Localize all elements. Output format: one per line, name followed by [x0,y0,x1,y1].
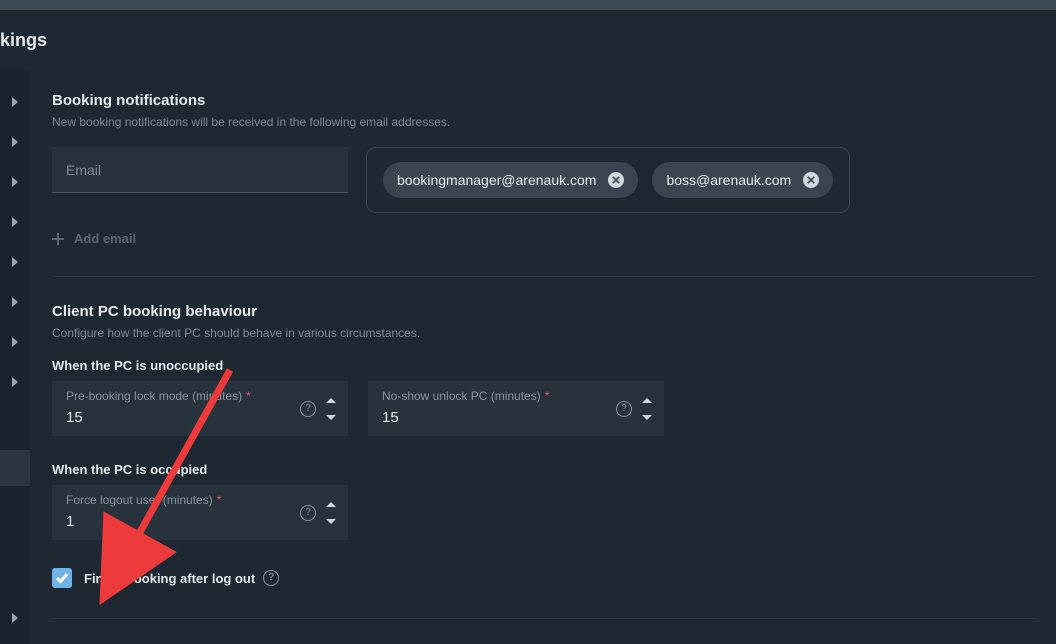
sidebar [0,70,30,644]
step-up-button[interactable] [322,498,340,512]
finish-booking-label: Finish booking after log out [84,571,255,586]
occupied-heading: When the PC is occupied [52,462,1036,477]
behaviour-desc: Configure how the client PC should behav… [52,326,1036,340]
title-bar: kings [0,10,1056,70]
sidebar-item-5[interactable] [0,242,30,282]
email-chip-label: boss@arenauk.com [666,172,791,188]
help-icon[interactable]: ? [263,570,279,586]
required-indicator: * [246,389,251,403]
sidebar-item-4[interactable] [0,202,30,242]
email-chips-container: bookingmanager@arenauk.com boss@arenauk.… [366,147,850,213]
sidebar-item-selected[interactable] [0,448,30,488]
behaviour-title: Client PC booking behaviour [52,303,1036,320]
no-show-stepper [638,394,656,424]
remove-email-icon[interactable] [803,172,819,188]
required-indicator: * [545,389,550,403]
sidebar-item-6[interactable] [0,282,30,322]
help-icon[interactable]: ? [300,505,316,521]
sidebar-item-last[interactable] [0,598,30,638]
email-chip-label: bookingmanager@arenauk.com [397,172,596,188]
pre-booking-lock-stepper [322,394,340,424]
sidebar-item-3[interactable] [0,162,30,202]
step-down-button[interactable] [638,410,656,424]
sidebar-item-2[interactable] [0,122,30,162]
email-input[interactable]: Email [52,147,348,193]
section-divider [52,618,1036,619]
no-show-unlock-field[interactable]: No-show unlock PC (minutes) * 15 ? [368,381,664,436]
page-title: kings [0,30,47,51]
force-logout-value: 1 [66,513,338,530]
force-logout-label: Force logout user (minutes) [66,493,213,507]
force-logout-field[interactable]: Force logout user (minutes) * 1 ? [52,485,348,540]
finish-booking-checkbox[interactable] [52,568,72,588]
notifications-title: Booking notifications [52,92,1036,109]
remove-email-icon[interactable] [608,172,624,188]
unoccupied-heading: When the PC is unoccupied [52,358,1036,373]
pre-booking-lock-value: 15 [66,409,338,426]
email-placeholder: Email [66,162,101,178]
add-email-label: Add email [74,231,136,246]
plus-icon [52,233,64,245]
check-icon [56,572,68,584]
sidebar-item-1[interactable] [0,82,30,122]
force-logout-stepper [322,498,340,528]
pre-booking-lock-field[interactable]: Pre-booking lock mode (minutes) * 15 ? [52,381,348,436]
sidebar-item-8[interactable] [0,362,30,402]
top-accent-bar [0,0,1056,10]
required-indicator: * [217,493,222,507]
step-down-button[interactable] [322,410,340,424]
section-divider [52,276,1036,277]
help-icon[interactable]: ? [300,401,316,417]
email-chip: boss@arenauk.com [652,162,833,198]
pre-booking-lock-label: Pre-booking lock mode (minutes) [66,389,242,403]
step-up-button[interactable] [638,394,656,408]
step-down-button[interactable] [322,514,340,528]
add-email-button[interactable]: Add email [52,231,1036,246]
help-icon[interactable]: ? [616,401,632,417]
main-content: Booking notifications New booking notifi… [30,70,1056,644]
no-show-unlock-label: No-show unlock PC (minutes) [382,389,541,403]
step-up-button[interactable] [322,394,340,408]
notifications-desc: New booking notifications will be receiv… [52,115,1036,129]
sidebar-item-7[interactable] [0,322,30,362]
no-show-unlock-value: 15 [382,409,654,426]
email-chip: bookingmanager@arenauk.com [383,162,638,198]
